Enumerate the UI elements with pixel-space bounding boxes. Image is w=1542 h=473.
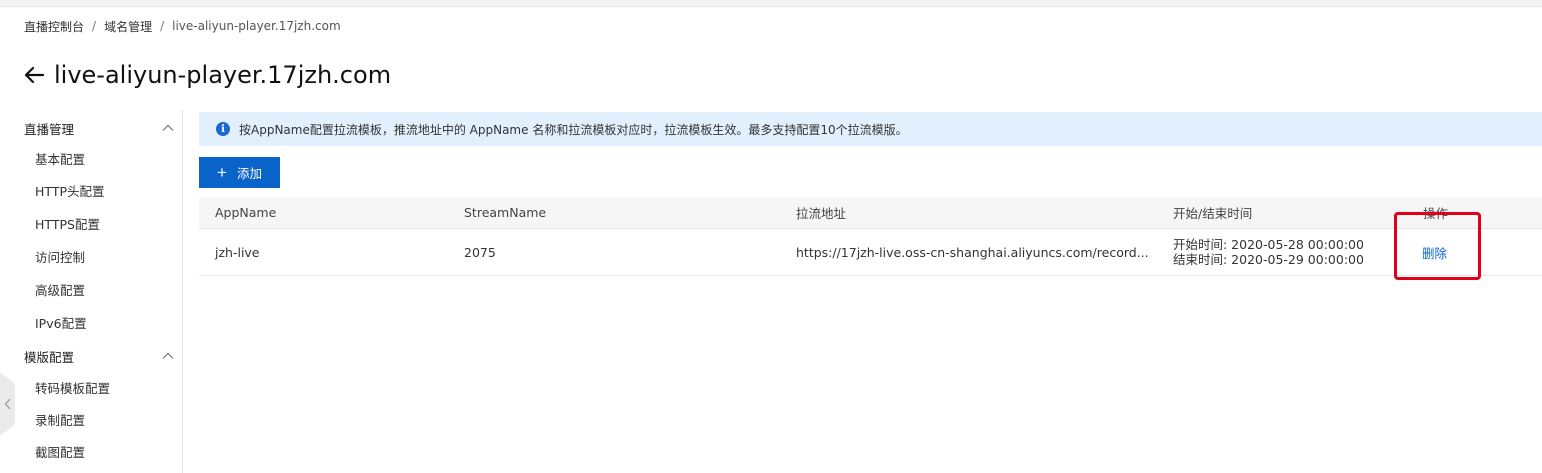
chevron-up-icon: [162, 350, 174, 362]
plus-icon: +: [217, 163, 227, 182]
sidebar: 直播管理 基本配置 HTTP头配置 HTTPS配置 访问控制 高级配置 IPv6…: [0, 110, 183, 473]
cell-time-range: 开始时间: 2020-05-28 00:00:00 结束时间: 2020-05-…: [1173, 229, 1364, 275]
sidebar-group-live-management[interactable]: 直播管理: [24, 115, 174, 141]
column-header-actions: 操作: [1423, 206, 1449, 221]
chevron-left-icon: [4, 395, 12, 414]
cell-streamname: 2075: [464, 244, 496, 260]
breadcrumb-separator: /: [160, 19, 165, 33]
sidebar-item-transcode-template[interactable]: 转码模板配置: [35, 378, 110, 400]
sidebar-item-https-config[interactable]: HTTPS配置: [35, 214, 100, 236]
chevron-up-icon: [162, 122, 174, 134]
table-row: jzh-live 2075 https://17jzh-live.oss-cn-…: [199, 229, 1542, 276]
cell-appname: jzh-live: [215, 244, 260, 260]
sidebar-item-basic-config[interactable]: 基本配置: [35, 149, 85, 171]
cell-pull-url: https://17jzh-live.oss-cn-shanghai.aliyu…: [796, 244, 1149, 260]
info-icon: i: [216, 122, 230, 136]
sidebar-group-label: 模版配置: [24, 349, 75, 365]
column-header-pull-url: 拉流地址: [796, 206, 847, 221]
sidebar-group-template-config[interactable]: 模版配置: [24, 343, 174, 369]
sidebar-group-label: 直播管理: [24, 121, 75, 137]
delete-link[interactable]: 删除: [1422, 243, 1447, 262]
sidebar-item-advanced-config[interactable]: 高级配置: [35, 280, 85, 302]
breadcrumb-domain-management[interactable]: 域名管理: [104, 18, 152, 35]
arrow-left-icon[interactable]: [22, 63, 46, 87]
page-header: live-aliyun-player.17jzh.com: [22, 57, 391, 93]
breadcrumb-live-console[interactable]: 直播控制台: [24, 18, 84, 35]
table-header: AppName StreamName 拉流地址 开始/结束时间 操作: [199, 197, 1542, 229]
sidebar-item-snapshot-config[interactable]: 截图配置: [35, 442, 85, 464]
column-header-time-range: 开始/结束时间: [1173, 206, 1253, 221]
cell-actions: 删除: [1422, 229, 1447, 275]
breadcrumb-separator: /: [92, 19, 97, 33]
breadcrumb: 直播控制台 / 域名管理 / live-aliyun-player.17jzh.…: [24, 16, 341, 36]
top-divider: [0, 0, 1542, 7]
sidebar-item-ipv6-config[interactable]: IPv6配置: [35, 313, 87, 335]
breadcrumb-current-domain: live-aliyun-player.17jzh.com: [172, 19, 341, 33]
info-notice: i 按AppName配置拉流模板，推流地址中的 AppName 名称和拉流模板对…: [199, 112, 1542, 146]
page-title: live-aliyun-player.17jzh.com: [54, 61, 392, 89]
add-button-label: 添加: [236, 167, 262, 181]
column-header-appname: AppName: [215, 205, 277, 220]
column-header-streamname: StreamName: [464, 205, 547, 220]
sidebar-item-http-header-config[interactable]: HTTP头配置: [35, 181, 105, 203]
notice-text: 按AppName配置拉流模板，推流地址中的 AppName 名称和拉流模板对应时…: [239, 122, 908, 137]
sidebar-item-record-config[interactable]: 录制配置: [35, 410, 85, 432]
cell-start-time: 开始时间: 2020-05-28 00:00:00: [1173, 237, 1364, 252]
sidebar-item-access-control[interactable]: 访问控制: [35, 247, 85, 269]
add-button[interactable]: + 添加: [199, 157, 280, 188]
cell-end-time: 结束时间: 2020-05-29 00:00:00: [1173, 252, 1364, 267]
